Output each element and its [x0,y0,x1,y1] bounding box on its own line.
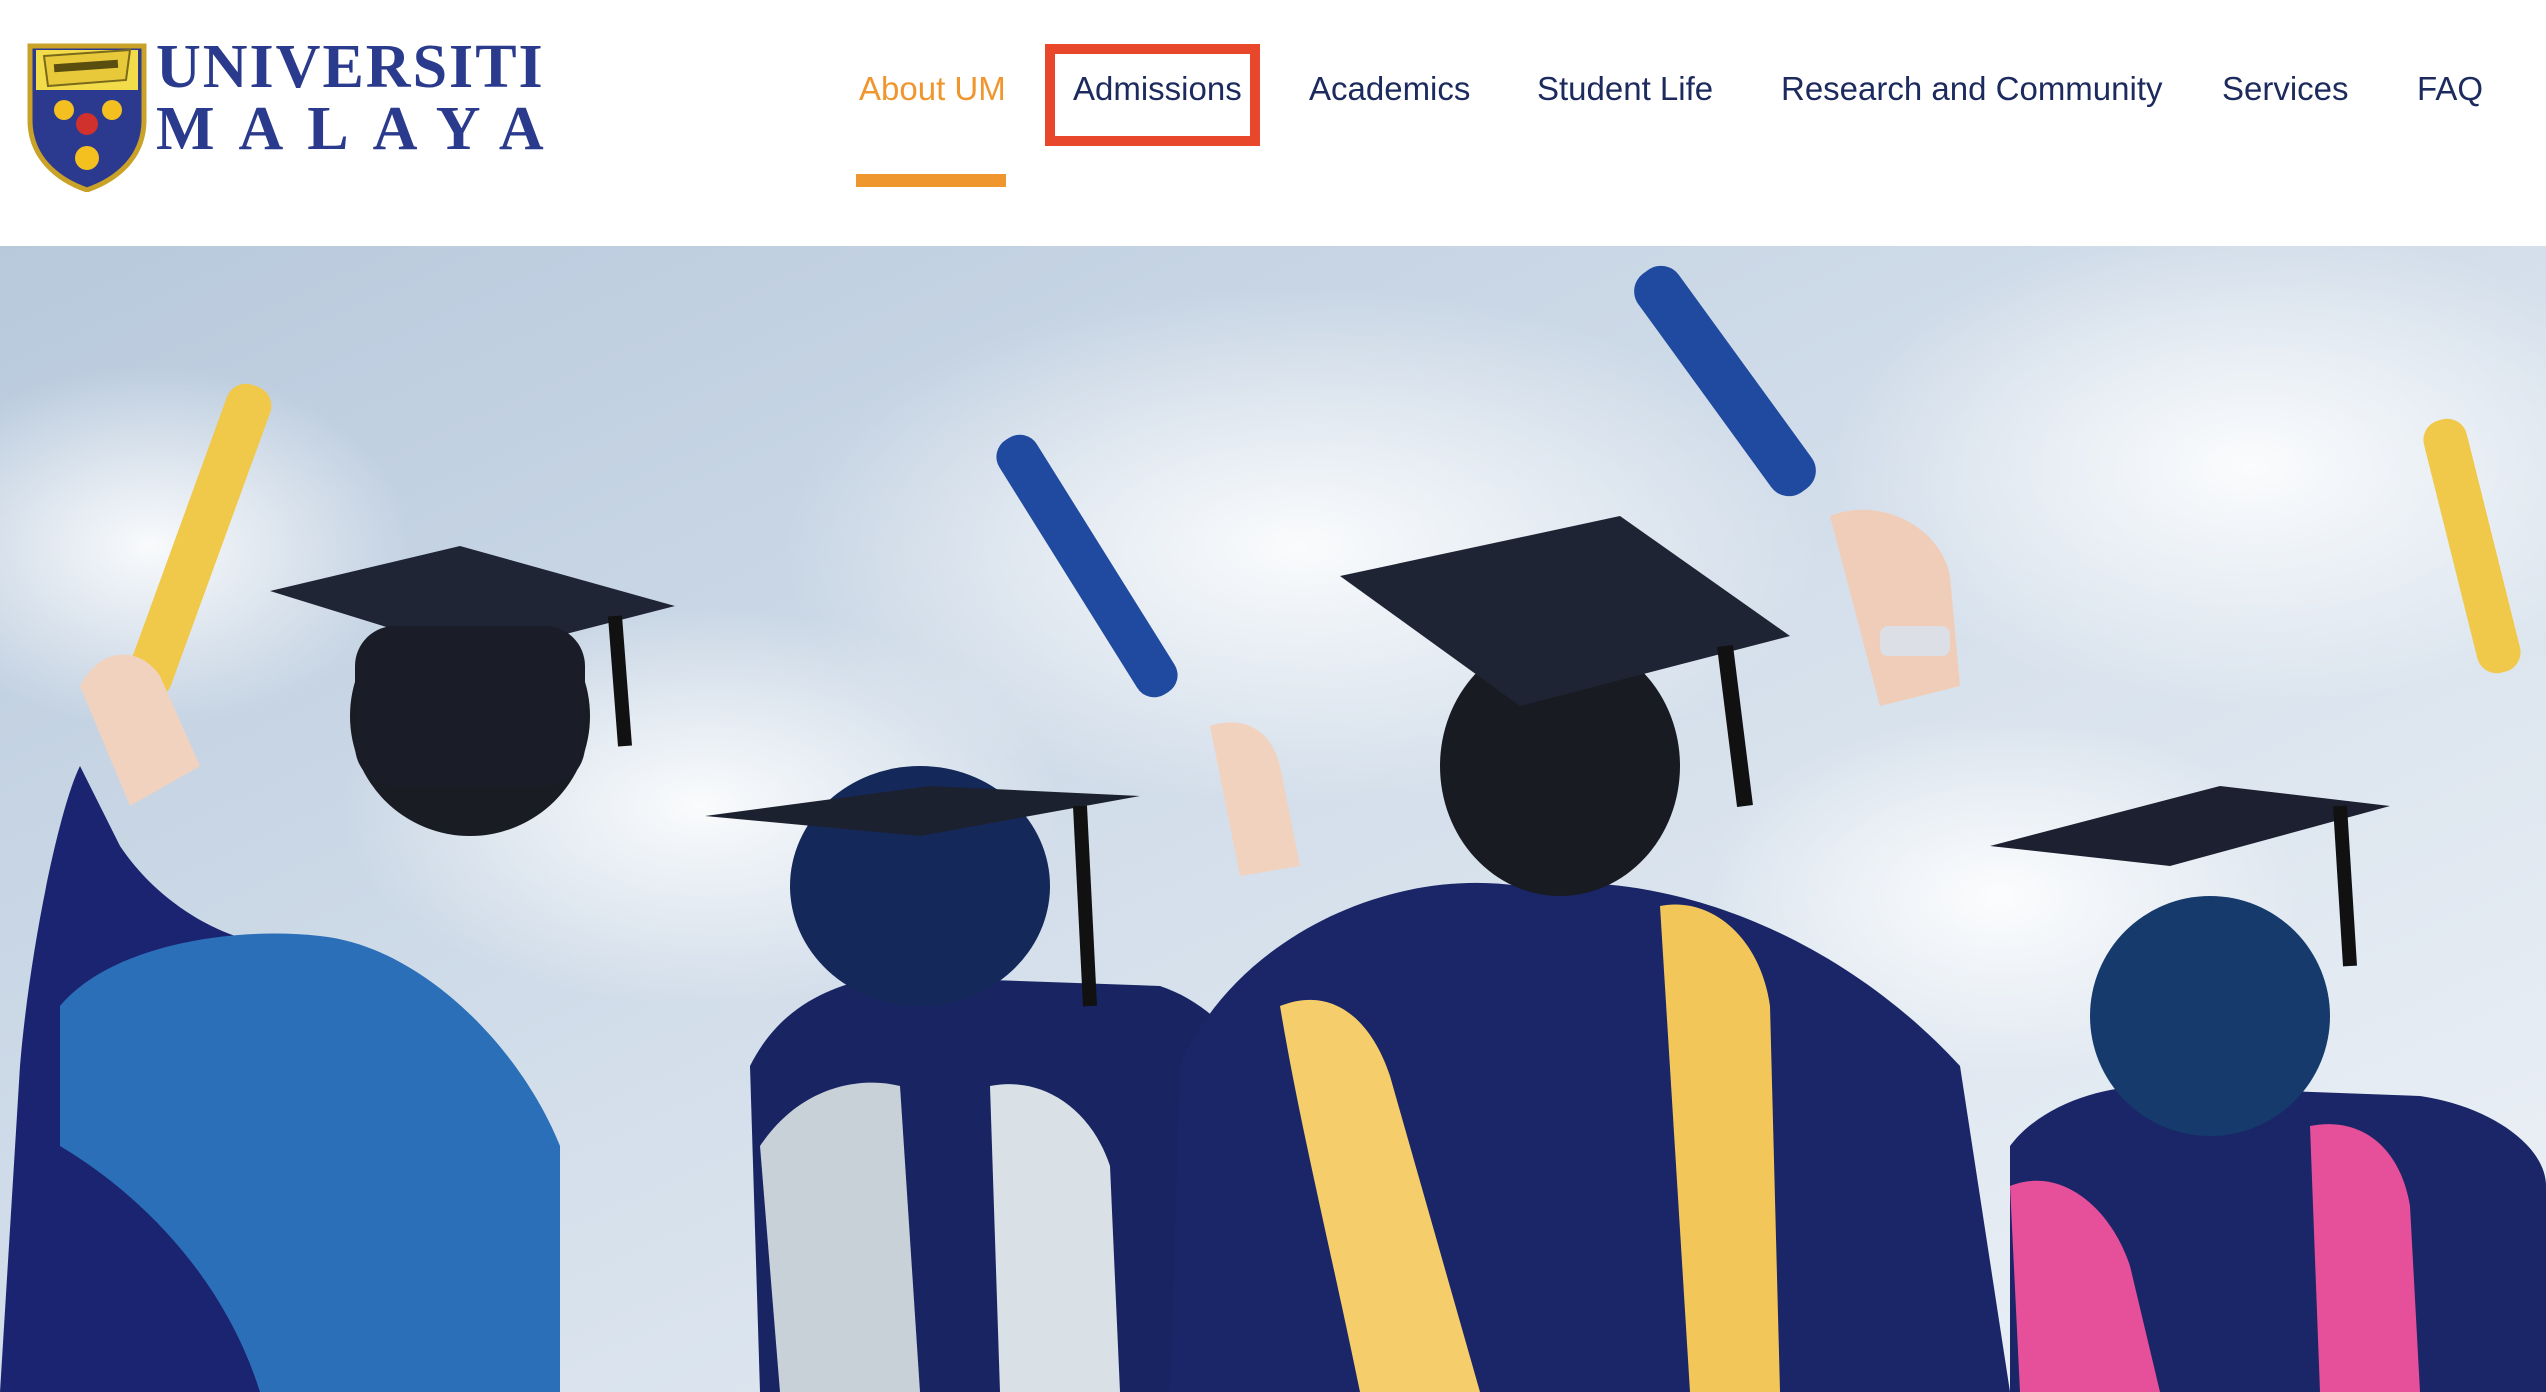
nav-item-research-and-community[interactable]: Research and Community [1781,70,2163,108]
admissions-highlight-box [1045,44,1260,146]
nav-item-about-um[interactable]: About UM [859,70,1006,108]
nav-item-faq[interactable]: FAQ [2417,70,2483,108]
hero-image [0,246,2546,1392]
active-nav-indicator [856,174,1006,187]
nav-item-academics[interactable]: Academics [1309,70,1470,108]
nav-item-services[interactable]: Services [2222,70,2349,108]
site-header: UNIVERSITI MALAYA About UM Admissions Ac… [0,0,2546,246]
main-nav: About UM Admissions Academics Student Li… [0,0,2546,246]
graduation-photo [0,246,2546,1392]
nav-item-student-life[interactable]: Student Life [1537,70,1713,108]
